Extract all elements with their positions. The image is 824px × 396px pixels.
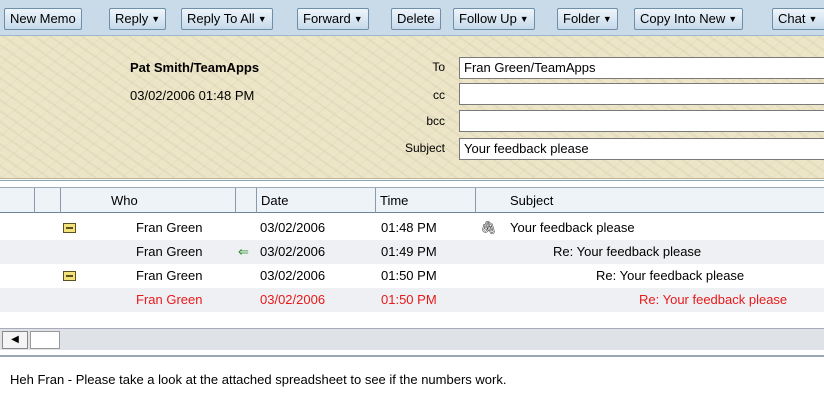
memo-body: Heh Fran - Please take a look at the att…: [10, 372, 507, 387]
row-subject: Your feedback please: [510, 220, 635, 235]
column-date[interactable]: Date: [261, 193, 288, 208]
row-who: Fran Green: [136, 292, 203, 307]
unread-envelope-icon: [63, 271, 76, 281]
cc-field[interactable]: [459, 83, 824, 105]
chevron-down-icon: ▼: [257, 14, 267, 24]
folder-label: Folder: [563, 11, 600, 26]
chat-label: Chat: [778, 11, 806, 26]
thread-row[interactable]: Fran Green 03/02/2006 01:50 PM Re: Your …: [0, 264, 824, 288]
delete-label: Delete: [397, 11, 435, 26]
forward-label: Forward: [303, 11, 351, 26]
subject-label: Subject: [404, 141, 445, 155]
reply-to-all-label: Reply To All: [187, 11, 255, 26]
horizontal-scrollbar[interactable]: ◀: [0, 328, 824, 350]
column-divider: [60, 188, 61, 213]
column-divider: [235, 188, 236, 213]
row-time: 01:50 PM: [381, 292, 437, 307]
pane-divider[interactable]: [0, 355, 824, 357]
copy-into-new-label: Copy Into New: [640, 11, 726, 26]
sent-date: 03/02/2006 01:48 PM: [130, 88, 255, 103]
row-date: 03/02/2006: [260, 292, 326, 307]
row-time: 01:48 PM: [381, 220, 437, 235]
delete-button[interactable]: Delete: [391, 8, 441, 30]
thread-row[interactable]: Fran Green ⇐ 03/02/2006 01:49 PM Re: You…: [0, 240, 824, 264]
row-who: Fran Green: [136, 220, 203, 235]
chevron-down-icon: ▼: [151, 14, 161, 24]
paperclip-icon: 🖇: [480, 220, 497, 235]
chat-button[interactable]: Chat ▼: [772, 8, 824, 30]
scroll-left-icon[interactable]: ◀: [2, 331, 28, 349]
thread-column-header: Who Date Time Subject: [0, 187, 824, 213]
thread-row-current[interactable]: Fran Green 03/02/2006 01:50 PM Re: Your …: [0, 288, 824, 312]
bcc-label: bcc: [426, 114, 445, 128]
reply-label: Reply: [115, 11, 149, 26]
cc-label: cc: [433, 88, 445, 102]
column-divider: [256, 188, 257, 213]
column-time[interactable]: Time: [380, 193, 408, 208]
row-subject: Re: Your feedback please: [596, 268, 745, 283]
row-who: Fran Green: [136, 244, 203, 259]
forward-button[interactable]: Forward ▼: [297, 8, 369, 30]
follow-up-button[interactable]: Follow Up ▼: [453, 8, 535, 30]
column-divider: [475, 188, 476, 213]
action-toolbar: New Memo Reply ▼ Reply To All ▼ Forward ▼ D…: [0, 0, 824, 36]
column-who[interactable]: Who: [111, 193, 138, 208]
thread-row[interactable]: Fran Green 03/02/2006 01:48 PM 🖇 Your fe…: [0, 216, 824, 240]
new-memo-label: New Memo: [10, 11, 76, 26]
column-divider: [34, 188, 35, 213]
folder-button[interactable]: Folder ▼: [557, 8, 618, 30]
sender-name: Pat Smith/TeamApps: [130, 60, 260, 75]
chevron-down-icon: ▼: [728, 14, 738, 24]
chevron-down-icon: ▼: [602, 14, 612, 24]
chevron-down-icon: ▼: [519, 14, 529, 24]
column-subject[interactable]: Subject: [510, 193, 553, 208]
follow-up-label: Follow Up: [459, 11, 517, 26]
copy-into-new-button[interactable]: Copy Into New ▼: [634, 8, 744, 30]
chevron-down-icon: ▼: [808, 14, 818, 24]
row-subject: Re: Your feedback please: [639, 292, 788, 307]
row-date: 03/02/2006: [260, 244, 326, 259]
reply-arrow-icon: ⇐: [238, 244, 249, 259]
chevron-down-icon: ▼: [353, 14, 363, 24]
row-who: Fran Green: [136, 268, 203, 283]
row-time: 01:49 PM: [381, 244, 437, 259]
row-subject: Re: Your feedback please: [553, 244, 702, 259]
memo-header: Pat Smith/TeamApps 03/02/2006 01:48 PM T…: [0, 36, 824, 179]
row-date: 03/02/2006: [260, 220, 326, 235]
row-time: 01:50 PM: [381, 268, 437, 283]
reply-to-all-button[interactable]: Reply To All ▼: [181, 8, 273, 30]
unread-envelope-icon: [63, 223, 76, 233]
to-label: To: [432, 60, 445, 74]
new-memo-button[interactable]: New Memo: [4, 8, 82, 30]
row-date: 03/02/2006: [260, 268, 326, 283]
subject-field[interactable]: Your feedback please: [459, 138, 824, 160]
bcc-field[interactable]: [459, 110, 824, 132]
reply-button[interactable]: Reply ▼: [109, 8, 167, 30]
column-divider: [375, 188, 376, 213]
scrollbar-thumb[interactable]: [30, 331, 60, 349]
to-field[interactable]: Fran Green/TeamApps: [459, 57, 824, 79]
